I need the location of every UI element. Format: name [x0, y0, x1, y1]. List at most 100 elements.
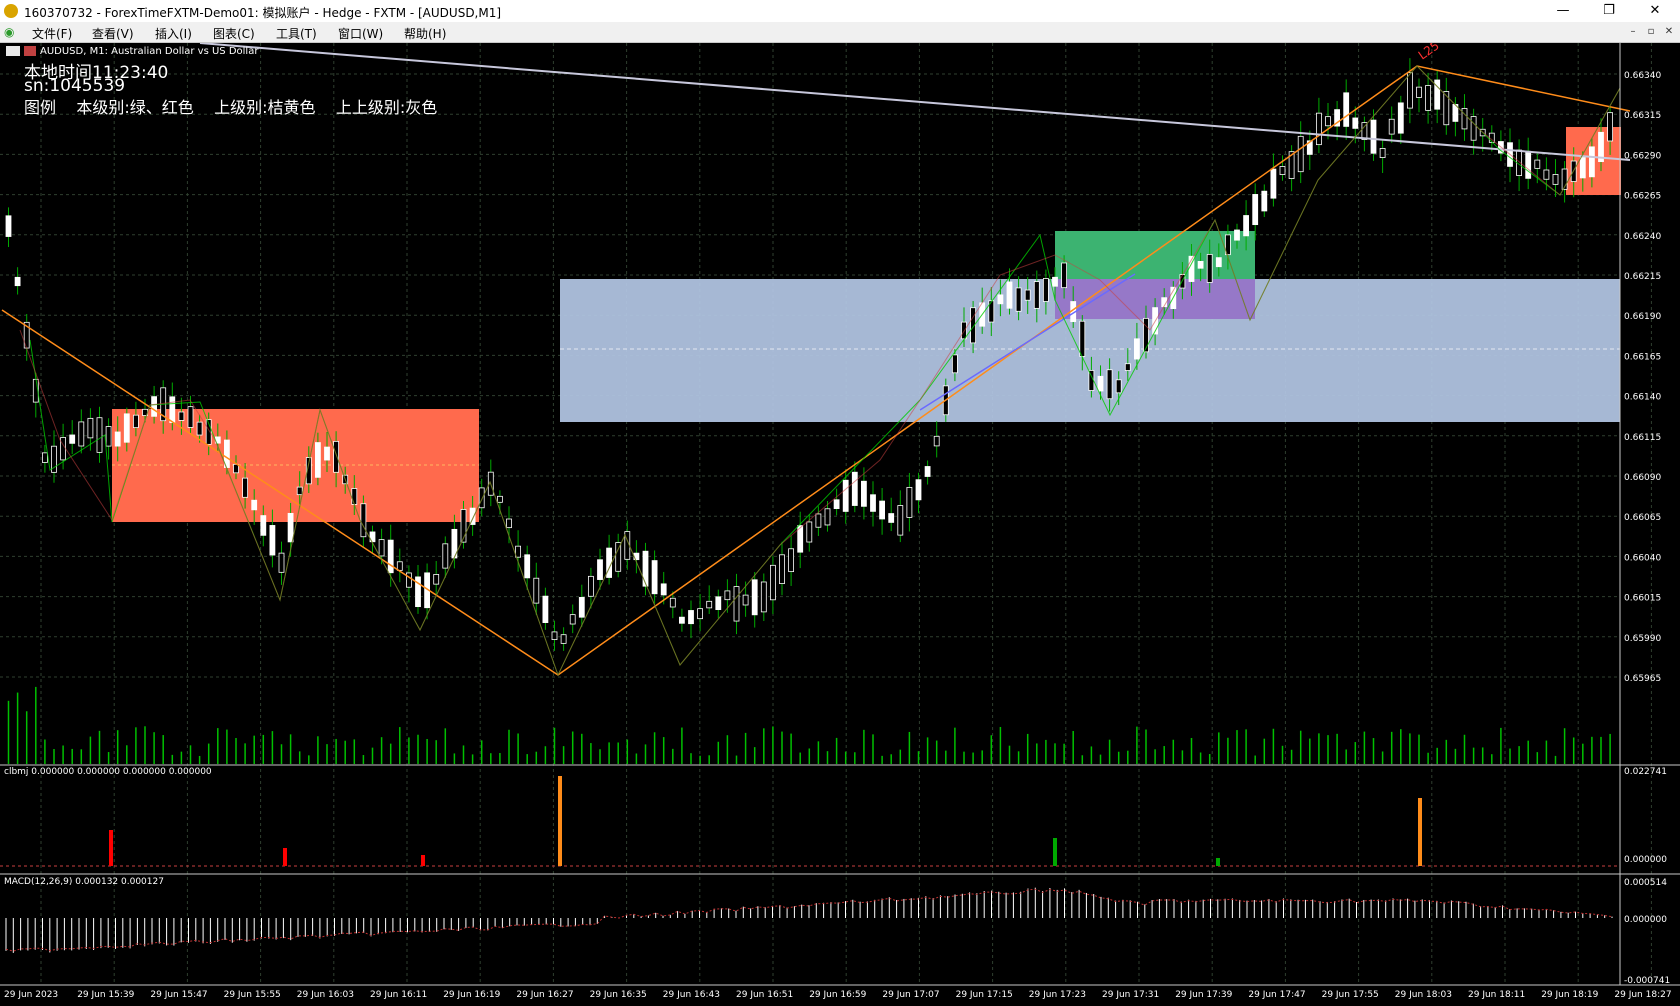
bull-candle [1589, 146, 1595, 178]
time-tick: 29 Jun 17:23 [1029, 990, 1086, 1000]
bull-candle [915, 479, 922, 501]
bull-candle [1343, 92, 1350, 127]
menu-help[interactable]: 帮助(H) [404, 25, 446, 42]
bear-candle [333, 440, 340, 473]
price-tick: 0.66265 [1624, 192, 1661, 202]
menu-file[interactable]: 文件(F) [32, 25, 72, 42]
bear-candle [551, 631, 558, 641]
menu-charts[interactable]: 图表(C) [213, 25, 255, 42]
bear-candle [560, 634, 567, 644]
symbol-info: AUDUSD, M1: Australian Dollar vs US Doll… [6, 46, 258, 57]
time-tick: 29 Jun 2023 [4, 990, 58, 1000]
bear-candle [360, 503, 367, 538]
bull-candle [1270, 168, 1277, 199]
signal-bar [558, 776, 562, 866]
bull-candle [1397, 102, 1404, 134]
bear-candle [1543, 169, 1550, 180]
bear-candle [669, 597, 676, 608]
bull-candle [578, 597, 585, 618]
minimize-button[interactable]: — [1540, 0, 1586, 22]
child-restore-button[interactable]: ▫ [1644, 25, 1658, 39]
sub1-tick: 0.022741 [1624, 767, 1667, 777]
bear-candle [615, 542, 622, 572]
menu-bar: ◉ 文件(F) 查看(V) 插入(I) 图表(C) 工具(T) 窗口(W) 帮助… [0, 22, 1680, 43]
chart-type-icon[interactable] [6, 46, 20, 56]
bull-candle [606, 547, 612, 578]
bear-candle [724, 590, 731, 601]
bull-candle [1352, 117, 1359, 129]
bear-candle [1015, 287, 1022, 312]
time-tick: 29 Jun 16:35 [590, 990, 647, 1000]
bear-candle [1279, 166, 1286, 175]
volume-histogram [7, 686, 1611, 764]
bull-candle [1243, 215, 1249, 237]
chart-window[interactable]: L25 0.66340 0.66315 0.66290 0.66265 0.66240 0… [0, 38, 1680, 1002]
sub1-tick: 0.000000 [1624, 855, 1667, 865]
bull-candle [842, 479, 849, 512]
bear-candle [1206, 253, 1213, 283]
time-tick: 29 Jun 15:39 [77, 990, 134, 1000]
bear-candle [433, 574, 440, 585]
menu-view[interactable]: 查看(V) [92, 25, 134, 42]
time-tick: 29 Jun 18:19 [1541, 990, 1598, 1000]
bear-candle [196, 421, 203, 436]
bear-candle [1061, 262, 1067, 289]
price-tick: 0.66140 [1624, 393, 1661, 403]
bull-candle [69, 434, 76, 444]
menu-tools[interactable]: 工具(T) [276, 25, 317, 42]
bear-candle [588, 575, 594, 597]
close-button[interactable]: ✕ [1632, 0, 1678, 22]
price-tick: 0.66190 [1624, 312, 1661, 322]
bear-candle [897, 505, 904, 536]
bull-candle [1215, 257, 1222, 268]
bull-candle [114, 431, 121, 447]
bear-candle [1425, 85, 1431, 111]
bull-candle [314, 442, 321, 478]
bear-candle [569, 614, 576, 625]
bear-candle [478, 487, 485, 509]
bull-candle [260, 515, 267, 536]
child-close-button[interactable]: ✕ [1662, 25, 1676, 39]
time-tick: 29 Jun 17:07 [882, 990, 939, 1000]
bear-candle [742, 594, 749, 606]
macd-tick: 0.000000 [1624, 915, 1667, 925]
bull-candle [542, 595, 549, 623]
symbol-description: AUDUSD, M1: Australian Dollar vs US Doll… [40, 46, 259, 57]
menu-insert[interactable]: 插入(I) [155, 25, 192, 42]
bear-candle [296, 486, 303, 496]
bear-candle [706, 600, 713, 609]
bull-candle [851, 471, 858, 506]
price-tick: 0.66040 [1624, 553, 1661, 563]
bull-candle [1234, 229, 1240, 241]
bull-candle [1261, 190, 1268, 212]
price-tick: 0.66315 [1624, 111, 1661, 121]
price-tick: 0.66065 [1624, 513, 1661, 523]
maximize-button[interactable]: ❐ [1586, 0, 1632, 22]
bull-candle [597, 559, 603, 580]
bear-candle [1552, 173, 1559, 185]
bear-candle [1379, 148, 1386, 158]
time-tick: 29 Jun 15:47 [150, 990, 207, 1000]
price-chart[interactable]: L25 0.663400.663150.662900.662650.662400… [0, 38, 1680, 1002]
signal-bar [283, 848, 287, 866]
macd-tick: 0.000514 [1624, 878, 1667, 888]
bull-candle [1197, 261, 1204, 269]
bear-candle [1106, 369, 1113, 400]
bear-candle [1416, 86, 1422, 98]
bear-candle [1407, 72, 1413, 109]
bear-candle [96, 417, 103, 453]
bear-candle [1325, 116, 1331, 127]
bear-candle [806, 521, 813, 543]
bull-candle [1252, 194, 1259, 226]
chart-window-icon[interactable]: ◉ [4, 25, 18, 39]
menu-window[interactable]: 窗口(W) [338, 25, 383, 42]
child-minimize-button[interactable]: – [1626, 25, 1640, 39]
signal-bar [1053, 838, 1057, 866]
time-tick: 29 Jun 16:43 [663, 990, 720, 1000]
time-tick: 29 Jun 17:31 [1102, 990, 1159, 1000]
window-title: 160370732 - ForexTimeFXTM-Demo01: 模拟账户 -… [24, 6, 502, 20]
one-click-trading-icon[interactable] [24, 46, 36, 56]
bear-candle [933, 435, 940, 447]
legend-label: 图例 本级别:绿、红色 上级别:桔黄色 上上级别:灰色 [24, 98, 438, 117]
bear-candle [697, 608, 703, 620]
